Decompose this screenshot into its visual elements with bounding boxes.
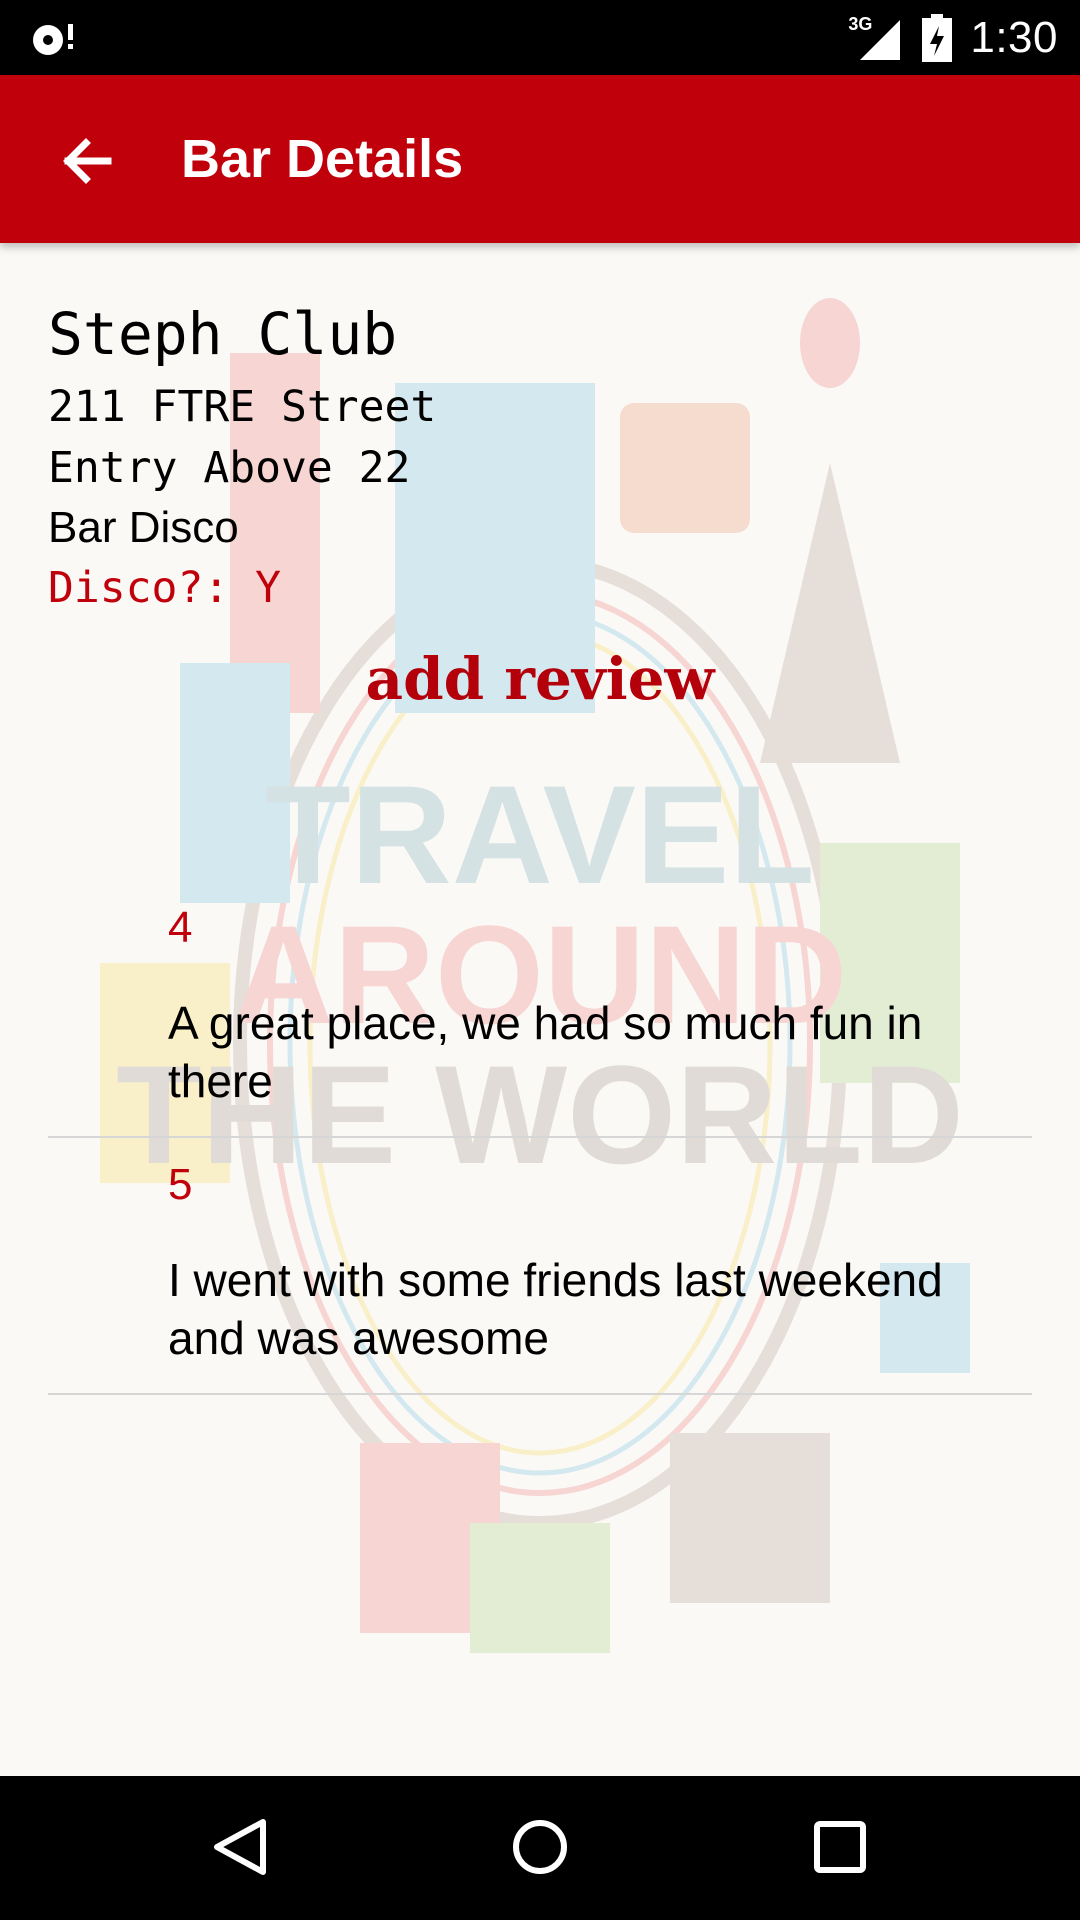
review-text: I went with some friends last weekend an… <box>168 1254 943 1364</box>
bar-name: Steph Club <box>48 300 398 368</box>
bar-address: 211 FTRE Street <box>48 382 437 432</box>
signal-icon: 3G <box>848 14 904 62</box>
bar-type: Bar Disco <box>48 503 239 552</box>
review-text: A great place, we had so much fun in the… <box>168 997 923 1107</box>
bar-entry-age: Entry Above 22 <box>48 443 411 493</box>
review-rating: 5 <box>168 1160 193 1209</box>
svg-text:TRAVEL: TRAVEL <box>265 756 815 913</box>
arrow-back-icon[interactable] <box>50 125 122 197</box>
bar-disco-flag: Disco?: Y <box>48 563 281 613</box>
back-triangle-icon[interactable] <box>207 1814 273 1880</box>
app-bar: Bar Details <box>0 75 1080 243</box>
review-divider <box>48 1136 1032 1138</box>
battery-charging-icon <box>922 13 953 62</box>
navigation-bar <box>0 1776 1080 1920</box>
status-bar: 3G 1:30 <box>0 0 1080 75</box>
home-circle-icon[interactable] <box>507 1814 573 1880</box>
review-divider <box>48 1393 1032 1395</box>
review-rating: 4 <box>168 903 193 952</box>
status-time: 1:30 <box>970 12 1058 62</box>
cast-icon <box>33 24 73 55</box>
recents-square-icon[interactable] <box>807 1814 873 1880</box>
page-title: Bar Details <box>181 129 464 189</box>
add-review-button[interactable]: add review <box>0 645 1080 713</box>
